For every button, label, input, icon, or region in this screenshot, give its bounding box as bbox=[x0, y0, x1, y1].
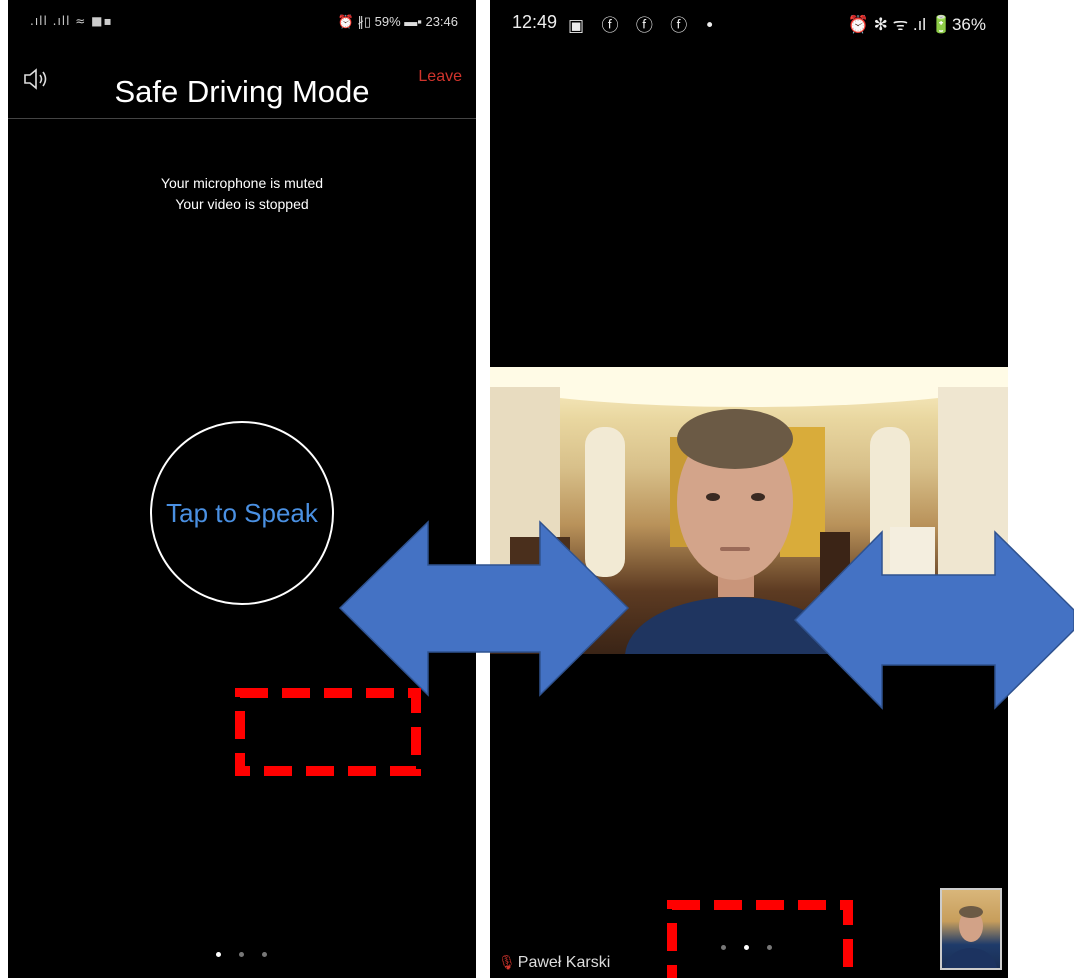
page-dot-1[interactable] bbox=[721, 945, 726, 950]
tap-to-speak-label: Tap to Speak bbox=[166, 497, 318, 528]
mic-muted-icon: 🎙 bbox=[498, 954, 516, 970]
page-dot-1[interactable] bbox=[216, 952, 221, 957]
signal-wifi-icons: .ıll .ıll ≈ ■▪ bbox=[30, 14, 113, 28]
page-dot-2[interactable] bbox=[744, 945, 749, 950]
meeting-video-screen: 12:49 ▣ ⓕ ⓕ ⓕ • ⏰ ✻ ᯤ .ıl 🔋36% 🎙 Paweł K… bbox=[490, 0, 1008, 978]
safe-driving-screen: .ıll .ıll ≈ ■▪ ⏰ ∦▯ 59% ▬▪ 23:46 Safe Dr… bbox=[8, 0, 476, 978]
page-dot-3[interactable] bbox=[262, 952, 267, 957]
status-right: ⏰ ∦▯ 59% ▬▪ 23:46 bbox=[337, 14, 458, 29]
page-indicator bbox=[216, 952, 267, 957]
self-view-thumbnail[interactable] bbox=[940, 888, 1002, 970]
notification-icons: ▣ ⓕ ⓕ ⓕ • bbox=[568, 16, 721, 36]
status-bar: 12:49 ▣ ⓕ ⓕ ⓕ • ⏰ ✻ ᯤ .ıl 🔋36% bbox=[490, 0, 1008, 40]
self-view-image bbox=[945, 906, 997, 968]
participant-name-text: Paweł Karski bbox=[517, 954, 611, 971]
page-indicator bbox=[721, 945, 772, 950]
header-bar: Safe Driving Mode Leave bbox=[8, 56, 476, 119]
status-bar: .ıll .ıll ≈ ■▪ ⏰ ∦▯ 59% ▬▪ 23:46 bbox=[8, 0, 476, 40]
status-right: ⏰ ✻ ᯤ .ıl 🔋36% bbox=[847, 15, 986, 34]
tap-to-speak-button[interactable]: Tap to Speak bbox=[150, 421, 334, 605]
participant-name: 🎙 Paweł Karski bbox=[498, 954, 610, 972]
video-stopped-text: Your video is stopped bbox=[175, 196, 309, 212]
mic-muted-text: Your microphone is muted bbox=[160, 175, 324, 191]
page-dot-3[interactable] bbox=[767, 945, 772, 950]
page-title: Safe Driving Mode bbox=[114, 74, 370, 109]
leave-button[interactable]: Leave bbox=[418, 68, 462, 86]
clock-text: 12:49 bbox=[512, 12, 558, 32]
page-dot-2[interactable] bbox=[239, 952, 244, 957]
